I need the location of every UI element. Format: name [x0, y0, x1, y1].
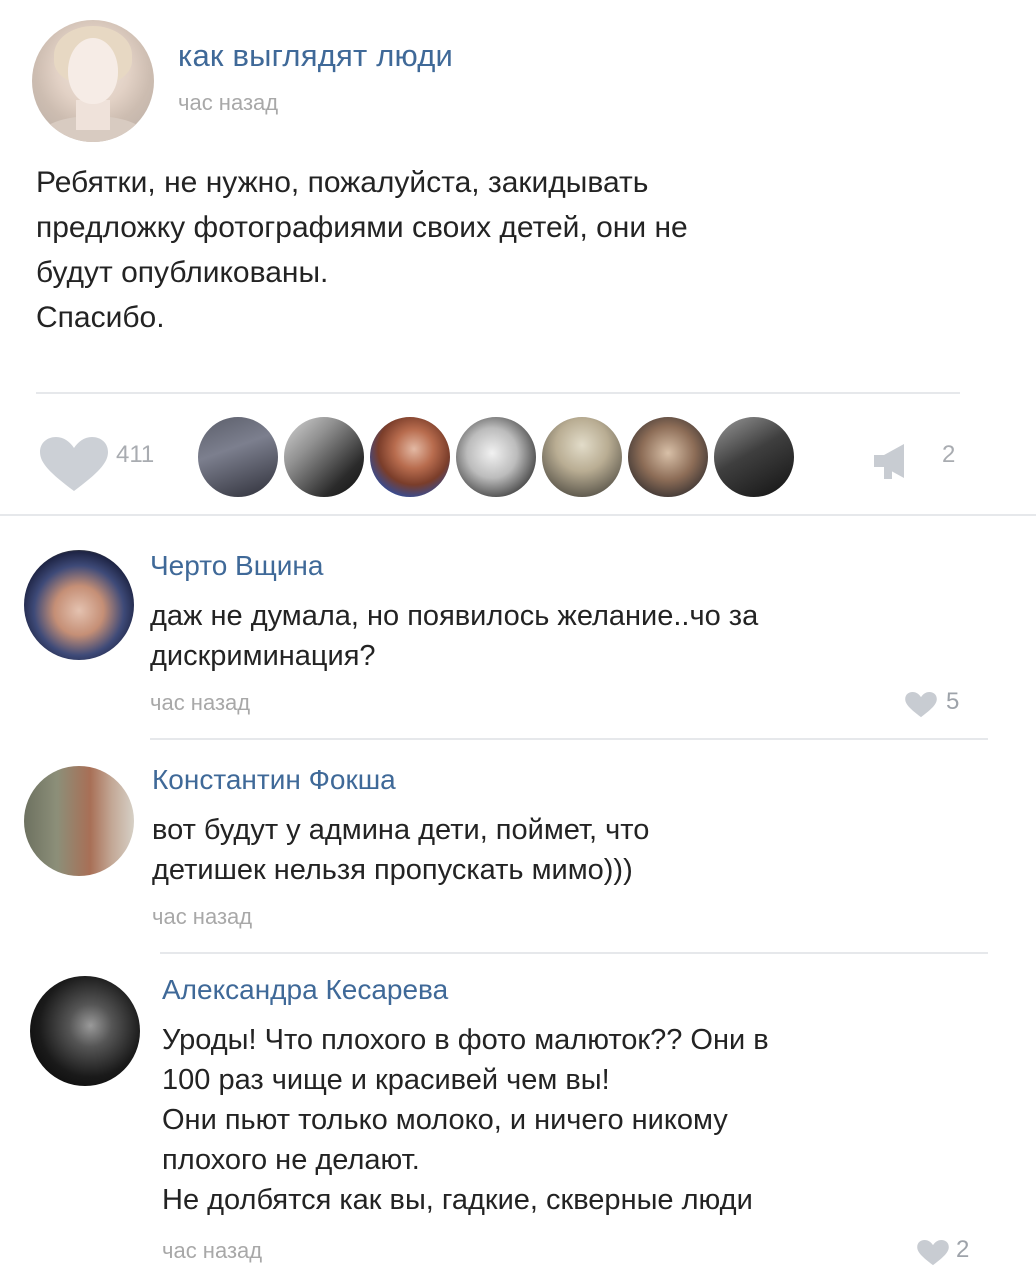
comment-text-line: плохого не делают. — [162, 1144, 420, 1176]
post-timestamp: час назад — [178, 90, 279, 115]
comment: Александра Кесарева Уроды! Что плохого в… — [0, 968, 1036, 1280]
group-name-link[interactable]: как выглядят люди — [178, 38, 453, 74]
heart-icon[interactable] — [904, 692, 938, 718]
comment-text-line: Не долбятся как вы, гадкие, скверные люд… — [162, 1184, 753, 1216]
comment-text-line: вот будут у админа дети, поймет, что — [152, 814, 650, 846]
comment-like-count: 5 — [946, 688, 960, 715]
commenter-avatar[interactable] — [24, 766, 134, 876]
liker-avatar[interactable] — [366, 413, 454, 501]
comment-divider — [150, 738, 988, 740]
group-avatar[interactable] — [32, 20, 154, 142]
comment-text-line: детишек нельзя пропускать мимо))) — [152, 854, 633, 886]
comment-text-line: Уроды! Что плохого в фото малюток?? Они … — [162, 1024, 769, 1056]
post-text: Ребятки, не нужно, пожалуйста, закидыват… — [36, 160, 996, 340]
liker-avatar[interactable] — [452, 413, 540, 501]
share-count: 2 — [942, 441, 956, 468]
post-text-line: предложку фотографиями своих детей, они … — [36, 211, 688, 244]
post-text-line: будут опубликованы. — [36, 256, 329, 289]
post-header: как выглядят люди час назад — [32, 20, 1012, 142]
liker-avatar[interactable] — [538, 413, 626, 501]
liker-avatar[interactable] — [710, 413, 798, 501]
comment-like-count: 2 — [956, 1236, 970, 1263]
commenter-avatar[interactable] — [30, 976, 140, 1086]
post-text-line: Ребятки, не нужно, пожалуйста, закидыват… — [36, 166, 649, 199]
section-divider — [0, 514, 1036, 516]
comment: Константин Фокша вот будут у админа дети… — [0, 756, 1036, 956]
comment-text-line: дискриминация? — [150, 640, 376, 672]
heart-icon[interactable] — [38, 437, 110, 493]
post-divider — [36, 392, 960, 394]
heart-icon[interactable] — [916, 1240, 950, 1266]
like-count: 411 — [116, 441, 155, 468]
post-actions-bar: 411 2 — [30, 405, 1010, 501]
comment-timestamp: час назад — [152, 904, 253, 929]
comment-timestamp: час назад — [150, 690, 251, 715]
comment-author-link[interactable]: Александра Кесарева — [162, 974, 448, 1006]
comment-divider — [160, 952, 988, 954]
commenter-avatar[interactable] — [24, 550, 134, 660]
comment: Черто Вщина даж не думала, но появилось … — [0, 540, 1036, 740]
comment-timestamp: час назад — [162, 1238, 263, 1263]
post-text-line: Спасибо. — [36, 301, 165, 334]
comment-text-line: Они пьют только молоко, и ничего никому — [162, 1104, 728, 1136]
comment-text-line: 100 раз чище и красивей чем вы! — [162, 1064, 610, 1096]
liker-avatar[interactable] — [280, 413, 368, 501]
comment-author-link[interactable]: Черто Вщина — [150, 550, 323, 582]
comment-author-link[interactable]: Константин Фокша — [152, 764, 396, 796]
comment-text-line: даж не думала, но появилось желание..чо … — [150, 600, 759, 632]
liker-avatar[interactable] — [624, 413, 712, 501]
liker-avatar[interactable] — [194, 413, 282, 501]
megaphone-icon[interactable] — [870, 441, 922, 481]
